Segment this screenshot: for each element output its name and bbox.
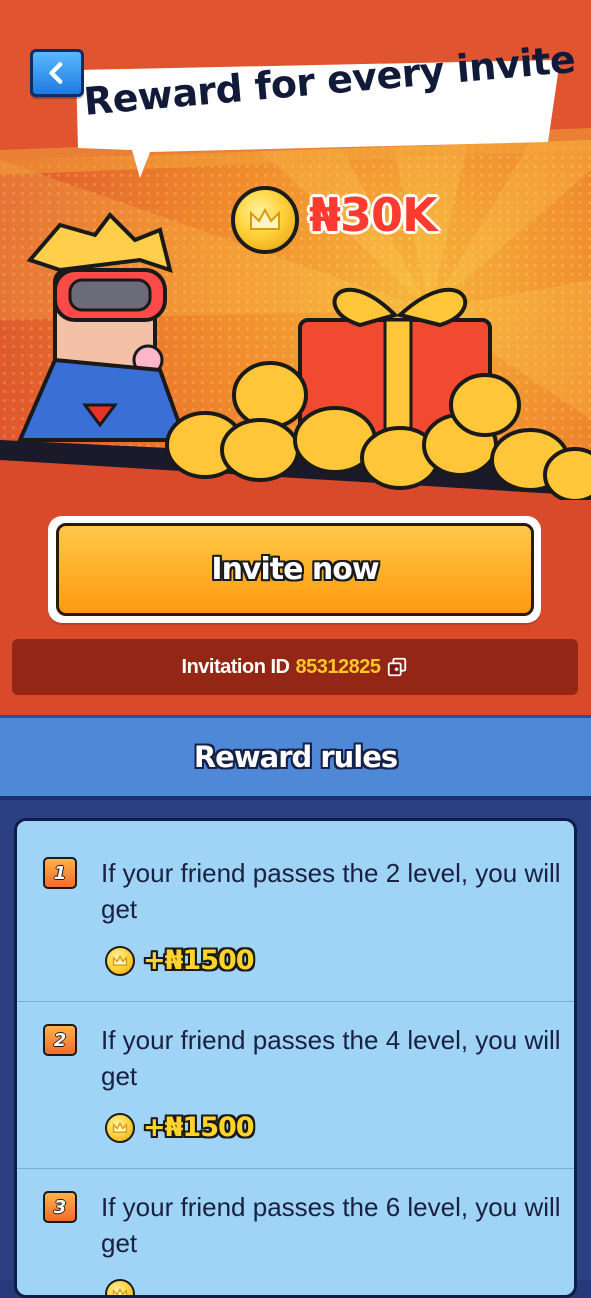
rule-text: If your friend passes the 2 level, you w… [101,858,561,924]
rule-text: If your friend passes the 4 level, you w… [101,1025,561,1091]
reward-rules-header: Reward rules [0,715,591,800]
character-image [16,211,188,442]
rule-reward: +₦1500 [105,945,255,976]
rule-number-badge: 1 [43,857,77,889]
rules-card: 1 If your friend passes the 2 level, you… [14,818,577,1298]
rule-reward-amount: +₦1500 [143,945,255,976]
back-button[interactable] [30,49,84,97]
rule-reward [105,1279,143,1295]
invitation-id-label: Invitation ID [181,655,290,678]
invitation-id-bar: Invitation ID 85312825 [12,639,578,695]
invite-now-button[interactable]: Invite now [56,523,534,616]
rule-reward: +₦1500 [105,1112,255,1143]
coin-icon [105,1112,135,1143]
rule-text: If your friend passes the 6 level, you w… [101,1192,561,1258]
chevron-left-icon [49,62,63,84]
rule-number: 2 [53,1029,67,1051]
rule-item: 3 If your friend passes the 6 level, you… [17,1155,574,1295]
rule-number-badge: 2 [43,1024,77,1056]
invitation-id-value[interactable]: 85312825 [295,656,380,679]
headline-bubble: Reward for every invite [0,0,591,190]
coin-icon [105,945,135,976]
rule-item: 2 If your friend passes the 4 level, you… [17,988,574,1155]
hero-banner: Reward for every invite ₦30K Invite now … [0,0,591,715]
rule-number-badge: 3 [43,1191,77,1223]
rule-number: 1 [53,862,67,884]
copy-icon[interactable] [386,656,408,678]
character-gift-illustration [16,211,591,500]
rule-item: 1 If your friend passes the 2 level, you… [17,821,574,988]
coin-icon [105,1279,135,1295]
invite-now-label: Invite now [211,552,379,587]
rule-number: 3 [53,1196,67,1218]
reward-rules-title: Reward rules [193,740,398,774]
rule-reward-amount: +₦1500 [143,1112,255,1143]
